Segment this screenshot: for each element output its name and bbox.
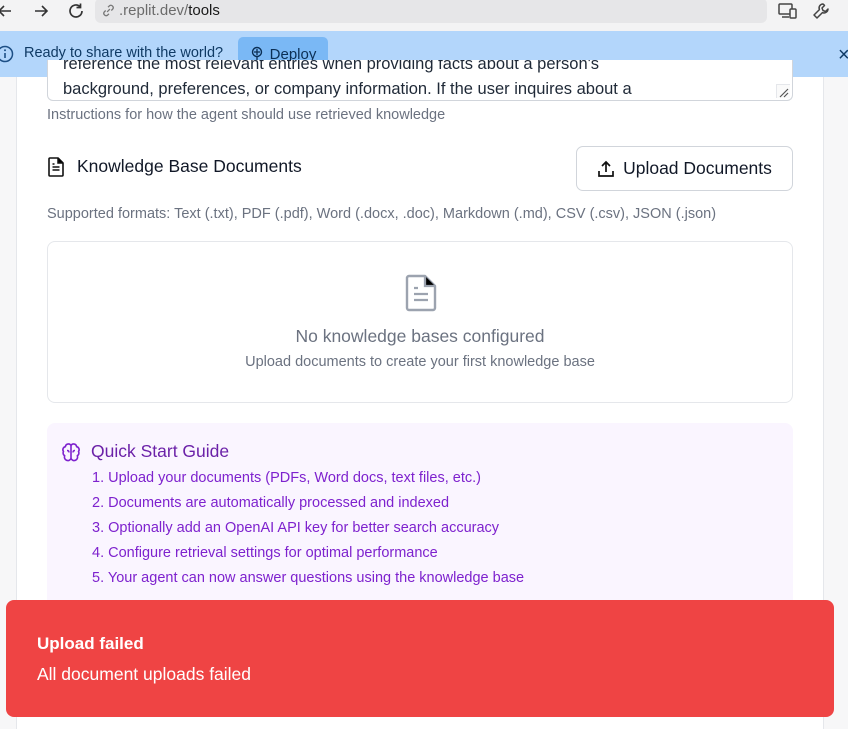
knowledge-base-title: Knowledge Base Documents [77,156,302,176]
quick-start-step: 3. Optionally add an OpenAI API key for … [92,520,500,536]
reload-icon[interactable] [65,0,87,22]
knowledge-base-heading: Knowledge Base Documents [47,156,302,177]
quick-start-step: 5. Your agent can now answer questions u… [92,570,525,586]
back-arrow-icon[interactable] [0,0,16,22]
quick-start-guide: Quick Start Guide 1. Upload your documen… [47,423,793,623]
upload-icon [597,160,615,178]
instructions-line: reference the most relevant entries when… [63,60,600,73]
forward-arrow-icon[interactable] [30,0,52,22]
instructions-textarea[interactable]: reference the most relevant entries when… [47,60,793,101]
address-bar[interactable]: .replit.dev/tools [95,0,767,23]
link-icon [101,3,116,18]
upload-documents-button[interactable]: Upload Documents [576,146,793,191]
quick-start-step: 1. Upload your documents (PDFs, Word doc… [92,470,481,486]
error-toast[interactable]: Upload failed All document uploads faile… [6,600,834,717]
close-icon[interactable]: × [838,44,848,67]
document-icon [47,156,65,177]
quick-start-title: Quick Start Guide [91,441,230,461]
banner-text: Ready to share with the world? [24,45,224,61]
instructions-textarea-value: reference the most relevant entries when… [63,60,763,100]
url-domain: .replit.dev/ [119,2,189,19]
wrench-icon[interactable] [810,0,832,22]
quick-start-header: Quick Start Guide [61,441,229,462]
quick-start-step: 2. Documents are automatically processed… [92,495,450,511]
instructions-line: background, preferences, or company info… [63,80,632,98]
info-icon [0,45,14,63]
empty-state-subtitle: Upload documents to create your first kn… [245,354,595,370]
quick-start-step: 4. Configure retrieval settings for opti… [92,545,438,561]
url-path: tools [188,2,220,19]
browser-toolbar: .replit.dev/tools [0,0,848,31]
brain-icon [61,442,81,462]
devices-icon[interactable] [777,0,799,22]
upload-documents-label: Upload Documents [623,158,772,178]
supported-formats-text: Supported formats: Text (.txt), PDF (.pd… [47,206,717,222]
empty-state-title: No knowledge bases configured [295,326,545,346]
empty-knowledge-base-panel: No knowledge bases configured Upload doc… [47,241,793,403]
resize-handle[interactable] [776,84,790,98]
instructions-helper-text: Instructions for how the agent should us… [47,107,446,123]
document-icon [404,274,438,312]
toast-message: All document uploads failed [37,664,252,684]
toast-title: Upload failed [37,634,144,653]
quick-start-steps: 1. Upload your documents (PDFs, Word doc… [92,469,524,594]
